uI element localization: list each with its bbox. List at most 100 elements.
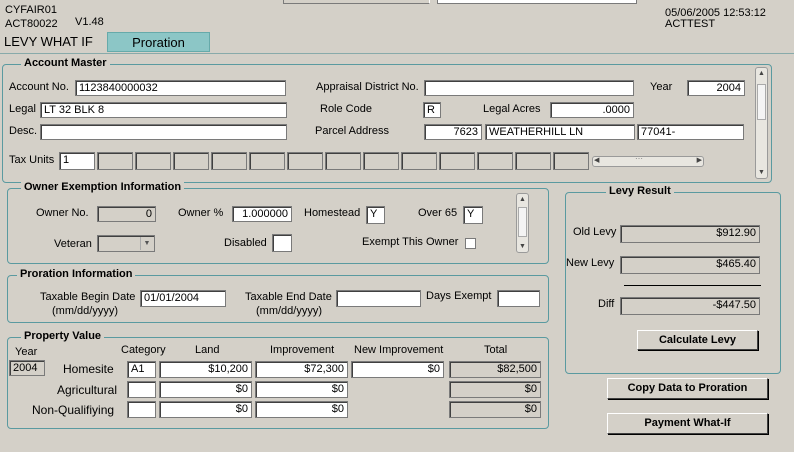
owner-exemption-title: Owner Exemption Information [21,181,185,193]
over65-field[interactable]: Y [463,206,483,224]
row-label-non-qualifying: Non-Qualifiying [32,403,115,417]
owner-exemption-group [7,188,549,264]
scroll-down-icon[interactable]: ▼ [517,241,528,252]
begin-date-field[interactable]: 01/01/2004 [140,290,226,307]
parcel-zip-field[interactable]: 77041- [637,124,744,140]
tax-units-hscrollbar[interactable]: ◀ ⋯ ▶ [592,154,704,167]
parcel-number-field[interactable]: 7623 [424,124,482,140]
tax-unit-field[interactable] [553,152,589,170]
over65-label: Over 65 [418,207,458,219]
scroll-up-icon[interactable]: ▲ [517,194,528,205]
begin-date-label: Taxable Begin Date [40,291,136,303]
year-field[interactable]: 2004 [687,80,745,96]
scroll-right-icon[interactable]: ▶ [697,156,702,164]
exempt-owner-label: Exempt This Owner [362,236,459,248]
header-improvement: Improvement [270,344,335,356]
screen-id: CYFAIR01 [5,4,57,16]
tax-unit-field[interactable] [249,152,285,170]
tax-unit-field[interactable] [439,152,475,170]
legal-label: Legal [9,103,36,115]
copy-to-proration-button[interactable]: Copy Data to Proration [607,378,768,399]
land-field[interactable]: $0 [159,381,252,398]
tab-proration[interactable]: Proration [107,32,210,52]
category-field[interactable] [127,401,156,418]
goto-field-partial[interactable] [283,0,430,4]
old-levy-label: Old Levy [573,226,617,238]
tax-units-label: Tax Units [9,154,55,166]
header-total: Total [484,344,508,356]
role-code-field[interactable]: R [423,102,441,118]
new-improvement-field[interactable]: $0 [351,361,444,378]
row-label-agricultural: Agricultural [57,383,118,397]
account-no-label: Account No. [9,81,69,93]
owner-vscrollbar[interactable]: ▲ ▼ [516,193,529,253]
veteran-select[interactable]: ▼ [97,235,155,252]
tab-levy-what-if[interactable]: LEVY WHAT IF [4,32,104,52]
homestead-field[interactable]: Y [366,206,385,224]
header-land: Land [195,344,220,356]
tax-unit-field[interactable] [97,152,133,170]
pv-year-field[interactable]: 2004 [9,360,45,376]
tax-unit-field[interactable] [287,152,323,170]
old-levy-field: $912.90 [620,225,760,243]
calculate-levy-button[interactable]: Calculate Levy [637,330,758,350]
account-master-vscrollbar[interactable]: ▲ ▼ [755,67,768,179]
scroll-up-icon[interactable]: ▲ [756,68,767,79]
tax-unit-field[interactable] [135,152,171,170]
end-date-field[interactable] [336,290,421,307]
tax-unit-field[interactable] [325,152,361,170]
account-master-title: Account Master [21,57,110,69]
chevron-down-icon[interactable]: ▼ [140,237,153,250]
goto-input-partial[interactable] [437,0,637,4]
pv-year-label: Year [15,346,38,358]
scroll-grip-icon: ⋯ [635,154,644,163]
owner-pct-field[interactable]: 1.000000 [232,206,292,222]
header-category: Category [121,344,166,356]
owner-no-field[interactable]: 0 [97,206,156,222]
scroll-down-icon[interactable]: ▼ [756,167,767,178]
exempt-owner-checkbox[interactable] [465,238,476,249]
role-code-label: Role Code [320,103,372,115]
category-field[interactable] [127,381,156,398]
land-field[interactable]: $10,200 [159,361,252,378]
diff-label: Diff [598,298,615,310]
legal-acres-field[interactable]: .0000 [550,102,634,118]
scroll-left-icon[interactable]: ◀ [594,156,599,164]
disabled-field[interactable] [272,234,292,252]
account-no-field[interactable]: 1123840000032 [75,80,286,96]
tax-unit-field[interactable]: 1 [59,152,95,170]
improvement-field[interactable]: $0 [255,401,348,418]
levy-result-title: Levy Result [606,185,674,197]
diff-field: -$447.50 [620,297,760,315]
header-user: ACTTEST [665,18,716,30]
days-exempt-label: Days Exempt [426,290,492,302]
tax-unit-field[interactable] [401,152,437,170]
row-label-homesite: Homesite [63,362,114,376]
legal-acres-label: Legal Acres [483,103,541,115]
tax-unit-field[interactable] [363,152,399,170]
year-label: Year [650,81,673,93]
tax-unit-field[interactable] [211,152,247,170]
tax-unit-field[interactable] [173,152,209,170]
tax-unit-field[interactable] [515,152,551,170]
veteran-label: Veteran [54,238,92,250]
scroll-thumb[interactable] [518,207,527,237]
land-field[interactable]: $0 [159,401,252,418]
legal-field[interactable]: LT 32 BLK 8 [40,102,287,118]
desc-field[interactable] [40,124,287,140]
appraisal-district-field[interactable] [424,80,634,96]
payment-what-if-button[interactable]: Payment What-If [607,413,768,434]
total-field: $0 [449,381,541,398]
homestead-label: Homestead [304,207,361,219]
scroll-thumb[interactable] [757,84,766,120]
tax-unit-field[interactable] [477,152,513,170]
parcel-address-label: Parcel Address [315,125,389,137]
improvement-field[interactable]: $0 [255,381,348,398]
desc-label: Desc. [9,125,38,137]
category-field[interactable]: A1 [127,361,156,378]
days-exempt-field[interactable] [497,290,540,307]
parcel-street-field[interactable]: WEATHERHILL LN [485,124,635,140]
improvement-field[interactable]: $72,300 [255,361,348,378]
header-new-improvement: New Improvement [354,344,444,356]
tab-proration-label: Proration [132,35,185,50]
